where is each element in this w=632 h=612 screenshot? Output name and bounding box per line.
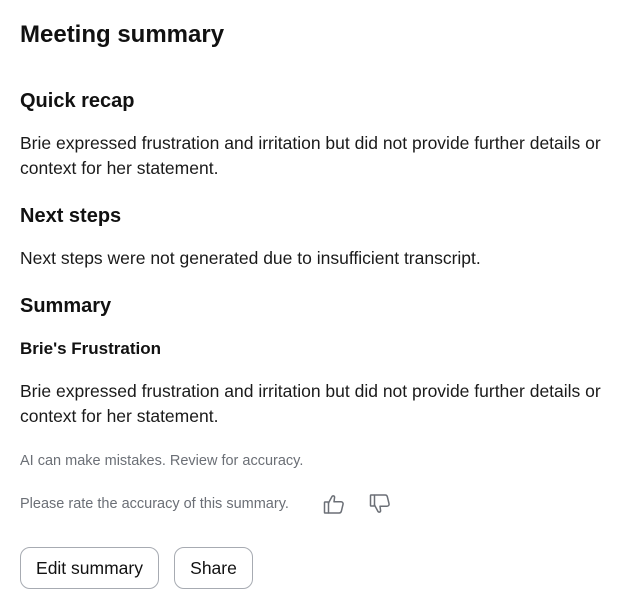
next-steps-text: Next steps were not generated due to ins…	[20, 248, 481, 268]
rating-row: Please rate the accuracy of this summary…	[20, 490, 394, 518]
thumbs-down-icon[interactable]	[366, 490, 394, 518]
page-title: Meeting summary	[20, 21, 225, 48]
ai-disclaimer: AI can make mistakes. Review for accurac…	[20, 453, 304, 469]
summary-text: Brie expressed frustration and irritatio…	[20, 381, 601, 426]
next-steps-heading: Next steps	[20, 205, 122, 227]
share-button[interactable]: Share	[174, 547, 253, 589]
thumbs-up-icon[interactable]	[320, 490, 348, 518]
rating-prompt: Please rate the accuracy of this summary…	[20, 496, 289, 512]
quick-recap-heading: Quick recap	[20, 90, 135, 112]
summary-subheading: Brie's Frustration	[20, 339, 162, 358]
quick-recap-text: Brie expressed frustration and irritatio…	[20, 133, 601, 178]
edit-summary-button[interactable]: Edit summary	[20, 547, 159, 589]
summary-heading: Summary	[20, 295, 112, 317]
